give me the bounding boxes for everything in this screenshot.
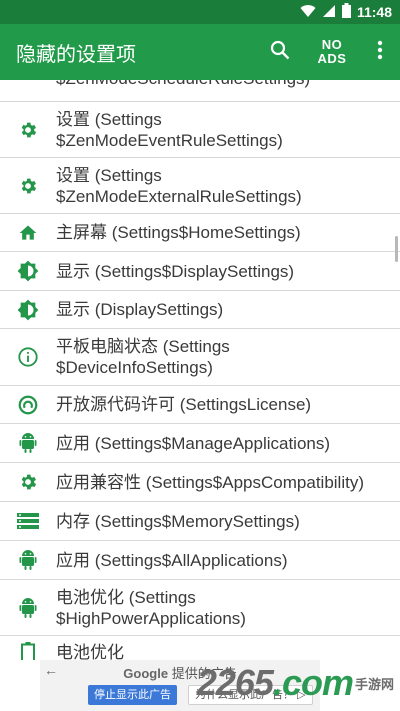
list-item-label-line: $ZenModeScheduleRuleSettings) bbox=[56, 80, 310, 89]
watermark-suffix: .com bbox=[272, 662, 354, 703]
list-item-label-line: 平板电脑状态 (Settings bbox=[56, 337, 230, 356]
brightness-icon bbox=[0, 260, 56, 282]
list-item-label: 主屏幕 (Settings$HomeSettings) bbox=[56, 222, 309, 243]
stop-ad-button[interactable]: 停止显示此广告 bbox=[88, 685, 177, 705]
list-item[interactable]: 显示 (Settings$DisplaySettings) bbox=[0, 252, 400, 291]
list-item-label-line: 主屏幕 (Settings$HomeSettings) bbox=[56, 223, 301, 242]
list-item-label: 开放源代码许可 (SettingsLicense) bbox=[56, 394, 319, 415]
page-title: 隐藏的设置项 bbox=[16, 43, 136, 66]
settings-list: $ZenModeScheduleRuleSettings) 设置 (Setting… bbox=[0, 80, 400, 660]
list-item[interactable]: 电池优化 (Settings $HighPowerApplications) bbox=[0, 580, 400, 636]
android-icon bbox=[0, 597, 56, 619]
ad-brand: Google bbox=[123, 666, 169, 681]
list-item-label-line: 显示 (DisplaySettings) bbox=[56, 300, 224, 319]
list-item[interactable]: 显示 (DisplaySettings) bbox=[0, 291, 400, 329]
list-item-label: 设置 (Settings $ZenModeEventRuleSettings) bbox=[56, 109, 291, 151]
watermark-site: 手游网 bbox=[354, 676, 394, 692]
list-item[interactable]: $ZenModeScheduleRuleSettings) bbox=[0, 80, 400, 102]
list-item-label-line: 内存 (Settings$MemorySettings) bbox=[56, 511, 300, 531]
list-item[interactable]: 设置 (Settings $ZenModeEventRuleSettings) bbox=[0, 102, 400, 158]
android-icon bbox=[0, 549, 56, 571]
list-item[interactable]: 主屏幕 (Settings$HomeSettings) bbox=[0, 214, 400, 252]
watermark-logo: 2265.com 手游网 bbox=[197, 662, 394, 704]
status-time: 11:48 bbox=[356, 4, 392, 20]
list-item-label-line: 设置 (Settings bbox=[56, 109, 162, 129]
list-item-label-line: $HighPowerApplications) bbox=[56, 608, 246, 628]
list-item[interactable]: 开放源代码许可 (SettingsLicense) bbox=[0, 386, 400, 424]
app-bar: 隐藏的设置项 NO ADS bbox=[0, 24, 400, 80]
search-icon bbox=[270, 40, 290, 65]
list-item[interactable]: 内存 (Settings$MemorySettings) bbox=[0, 502, 400, 541]
battery-status-icon bbox=[341, 3, 351, 21]
no-ads-line1: NO bbox=[321, 37, 343, 52]
list-item-label-line: 应用 (Settings$AllApplications) bbox=[56, 550, 288, 570]
list-item[interactable]: 设置 (Settings $ZenModeExternalRuleSettings… bbox=[0, 158, 400, 214]
info-icon bbox=[0, 346, 56, 368]
list-item-label: 电池优化 (Settings $HighPowerApplications) bbox=[56, 587, 254, 629]
gear-icon bbox=[0, 120, 56, 140]
list-item[interactable]: 应用 (Settings$AllApplications) bbox=[0, 541, 400, 580]
list-item-label-line: $ZenModeExternalRuleSettings) bbox=[56, 186, 302, 206]
list-item-label-line: 应用 (Settings$ManageApplications) bbox=[56, 433, 331, 453]
list-item[interactable]: 应用兼容性 (Settings$AppsCompatibility) bbox=[0, 463, 400, 502]
list-item-label-line: 设置 (Settings bbox=[56, 165, 162, 185]
list-item-label-line: 显示 (Settings$DisplaySettings) bbox=[56, 261, 295, 281]
list-item-label: 应用 (Settings$ManageApplications) bbox=[56, 433, 338, 454]
no-ads-line2: ADS bbox=[317, 51, 347, 66]
list-item-label: 内存 (Settings$MemorySettings) bbox=[56, 511, 308, 532]
list-item-label-line: 应用兼容性 (Settings$AppsCompatibility) bbox=[56, 472, 364, 492]
scrollbar[interactable] bbox=[395, 236, 398, 262]
overflow-menu-button[interactable] bbox=[360, 24, 400, 80]
search-button[interactable] bbox=[256, 24, 304, 80]
list-item-label: 显示 (DisplaySettings) bbox=[56, 299, 231, 320]
brightness-icon bbox=[0, 299, 56, 321]
list-item-label-line: $ZenModeEventRuleSettings) bbox=[56, 130, 283, 150]
battery-icon bbox=[0, 642, 56, 660]
copyleft-icon bbox=[0, 394, 56, 416]
list-item-label: 显示 (Settings$DisplaySettings) bbox=[56, 261, 302, 282]
list-item[interactable]: 平板电脑状态 (Settings $DeviceInfoSettings) bbox=[0, 329, 400, 386]
android-icon bbox=[0, 432, 56, 454]
gear-icon bbox=[0, 472, 56, 492]
list-item-label: 电池优化 bbox=[56, 642, 132, 660]
more-vert-icon bbox=[377, 40, 383, 65]
home-icon bbox=[0, 223, 56, 243]
watermark-number: 2265 bbox=[196, 662, 274, 703]
list-item-label-line: 电池优化 (Settings bbox=[56, 587, 196, 607]
list-item-label: 应用兼容性 (Settings$AppsCompatibility) bbox=[56, 472, 372, 493]
list-item-label-line: $DeviceInfoSettings) bbox=[56, 358, 213, 377]
list-item-label: 平板电脑状态 (Settings $DeviceInfoSettings) bbox=[56, 336, 238, 378]
list-item[interactable]: 应用 (Settings$ManageApplications) bbox=[0, 424, 400, 463]
signal-icon bbox=[322, 4, 336, 21]
list-item-label: 应用 (Settings$AllApplications) bbox=[56, 550, 295, 571]
wifi-icon bbox=[300, 4, 316, 21]
list-item-label-line: 开放源代码许可 (SettingsLicense) bbox=[56, 395, 312, 414]
gear-icon bbox=[0, 176, 56, 196]
status-bar: 11:48 bbox=[0, 0, 400, 24]
list-item-label-line: 电池优化 bbox=[56, 643, 124, 660]
list-item-label: $ZenModeScheduleRuleSettings) bbox=[56, 80, 318, 89]
no-ads-button[interactable]: NO ADS bbox=[304, 24, 360, 80]
list-item-label: 设置 (Settings $ZenModeExternalRuleSettings… bbox=[56, 165, 310, 207]
storage-icon bbox=[0, 512, 56, 530]
list-item[interactable]: 电池优化 bbox=[0, 636, 400, 660]
